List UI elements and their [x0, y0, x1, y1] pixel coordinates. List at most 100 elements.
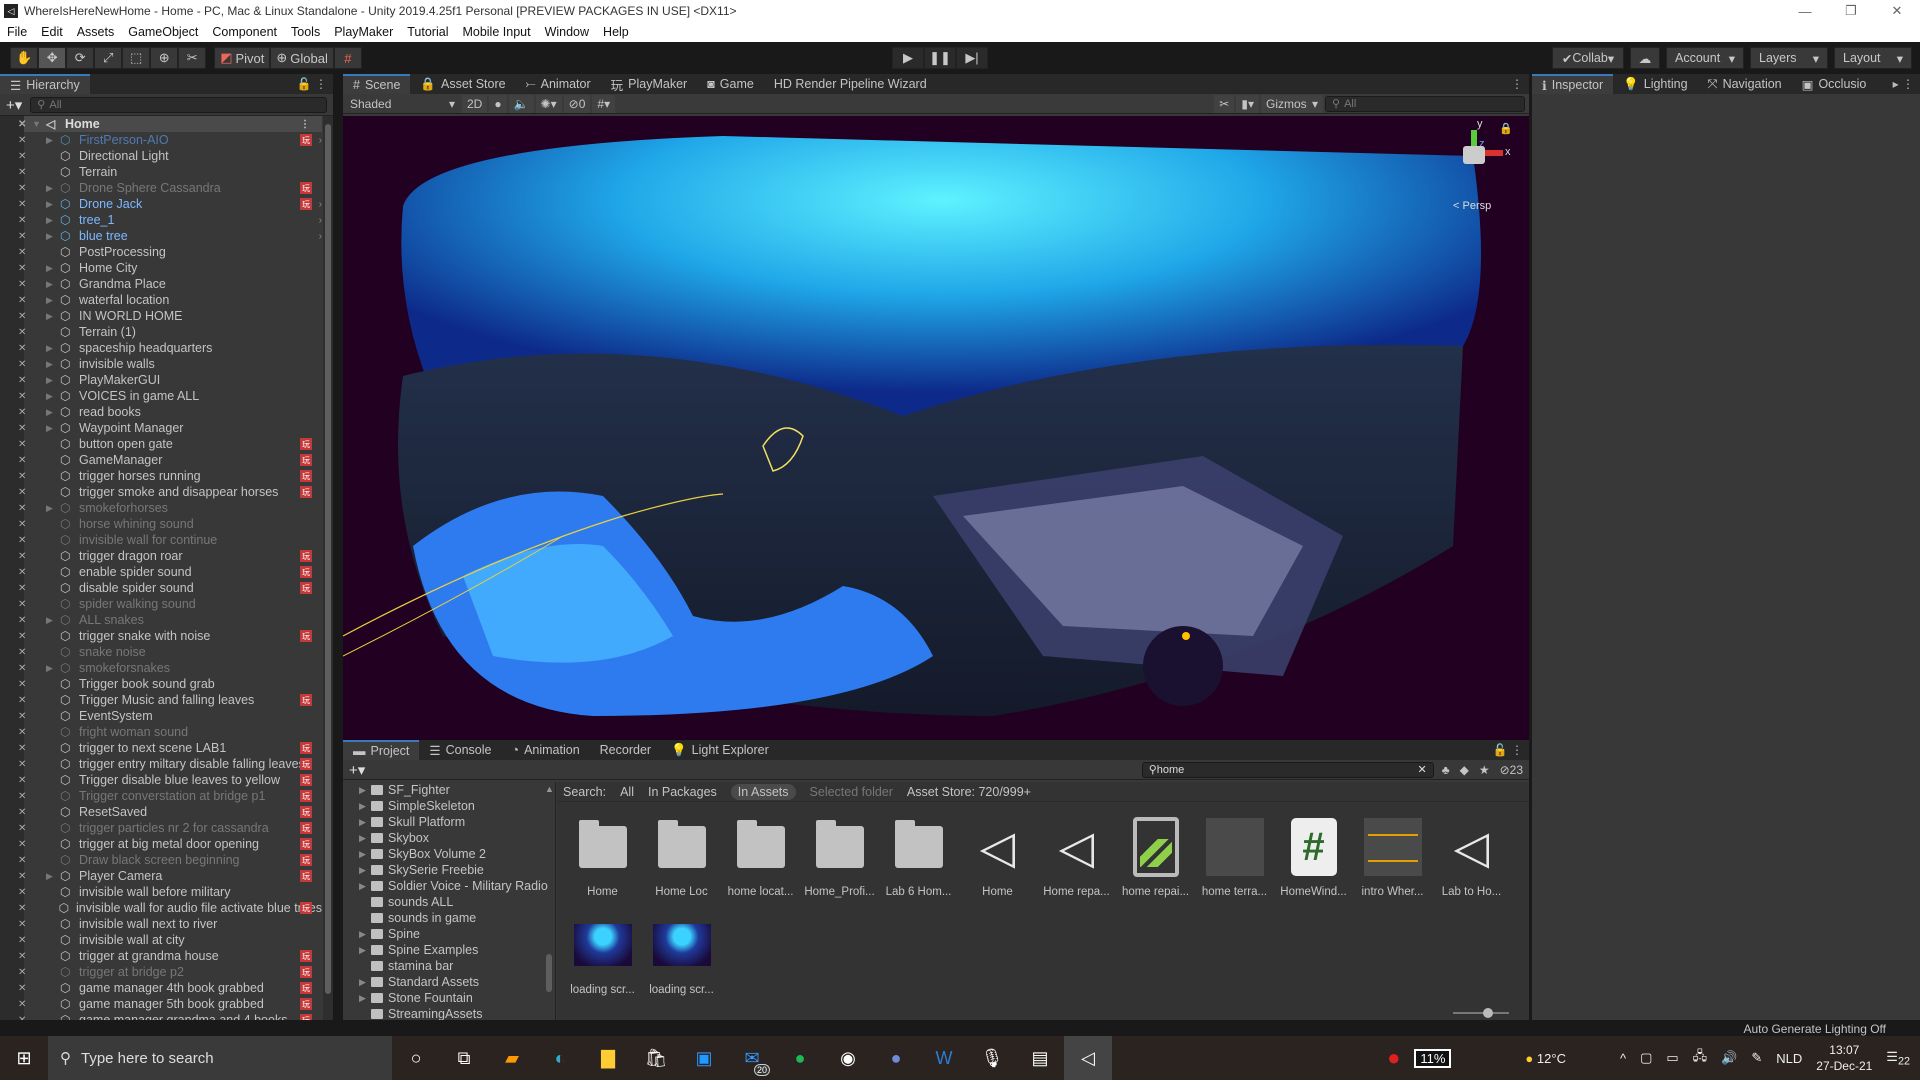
rotate-tool-button[interactable]: ⟳ — [66, 47, 95, 69]
open-prefab-icon[interactable]: › — [319, 199, 322, 210]
favorites-icon[interactable]: ★ — [1479, 763, 1490, 777]
create-button[interactable]: +▾ — [6, 96, 22, 114]
visibility-toggle[interactable]: ✕ — [0, 692, 26, 708]
folder-tree-item[interactable]: ▶ Stone Fountain — [343, 990, 555, 1006]
visibility-toggle[interactable]: ✕ — [0, 468, 26, 484]
hierarchy-item[interactable]: ✕ ⬡ Trigger Music and falling leaves 玩 — [0, 692, 322, 708]
open-prefab-icon[interactable]: › — [319, 215, 322, 226]
hierarchy-item[interactable]: ✕ ⬡ enable spider sound 玩 — [0, 564, 322, 580]
hierarchy-item[interactable]: ✕ ▶ ⬡ Drone Jack 玩 › — [0, 196, 322, 212]
hand-tool-button[interactable]: ✋ — [10, 47, 39, 69]
camera-tray-icon[interactable]: ▢ — [1640, 1050, 1652, 1066]
tab-asset-store[interactable]: 🔒 Asset Store — [410, 74, 515, 94]
expand-arrow[interactable]: ▶ — [46, 391, 60, 402]
asset-item[interactable]: # HomeWind... — [1274, 812, 1353, 910]
hierarchy-item[interactable]: ✕ ▶ ⬡ read books — [0, 404, 322, 420]
visibility-toggle[interactable]: ✕ — [0, 212, 26, 228]
icon-size-slider[interactable] — [1453, 1008, 1509, 1018]
start-button[interactable]: ⊞ — [0, 1048, 48, 1069]
taskbar-mic[interactable]: 🎙 — [968, 1036, 1016, 1080]
lock-icon[interactable]: 🔓 ⋮ — [297, 77, 327, 91]
tree-scrollbar[interactable]: ▲ — [545, 784, 554, 1020]
expand-arrow[interactable]: ▶ — [359, 993, 371, 1004]
hierarchy-item[interactable]: ✕ ⬡ invisible wall next to river — [0, 916, 322, 932]
tab-light-explorer[interactable]: 💡 Light Explorer — [661, 740, 779, 760]
hierarchy-search-input[interactable]: ⚲ All — [30, 96, 327, 113]
asset-item[interactable]: ◁ Home — [958, 812, 1037, 910]
hierarchy-item[interactable]: ✕ ▶ ⬡ ALL snakes — [0, 612, 322, 628]
menu-window[interactable]: Window — [538, 25, 596, 39]
folder-tree-item[interactable]: ▶ SF_Fighter — [343, 782, 555, 798]
tab-occlusio[interactable]: ▣ Occlusio — [1792, 74, 1877, 94]
hierarchy-item[interactable]: ✕ ⬡ game manager 5th book grabbed 玩 — [0, 996, 322, 1012]
scene-search-input[interactable]: ⚲ All — [1325, 95, 1525, 112]
account-dropdown[interactable]: Account ▾ — [1666, 47, 1744, 69]
transform-tool-button[interactable]: ⊕ — [150, 47, 179, 69]
visibility-toggle[interactable]: ✕ — [0, 324, 26, 340]
scene-root[interactable]: ✕ ▼ ◁ Home ⋮ — [0, 116, 322, 132]
taskbar-explorer[interactable]: ▇ — [584, 1036, 632, 1080]
visibility-toggle[interactable]: ✕ — [0, 228, 26, 244]
create-asset-button[interactable]: +▾ — [349, 761, 365, 779]
visibility-toggle[interactable]: ✕ — [0, 356, 26, 372]
tab-project[interactable]: ▬ Project — [343, 740, 420, 760]
playmaker-icon[interactable]: 玩 — [300, 438, 312, 450]
taskbar-unity[interactable]: ◁ — [1064, 1036, 1112, 1080]
tools-button[interactable]: ✂ — [1214, 94, 1235, 113]
expand-arrow[interactable]: ▶ — [359, 817, 371, 828]
expand-arrow[interactable]: ▶ — [46, 423, 60, 434]
search-by-label-icon[interactable]: ◆ — [1460, 763, 1469, 777]
menu-file[interactable]: File — [0, 25, 34, 39]
folder-tree-item[interactable]: ▶ SkyBox Volume 2 — [343, 846, 555, 862]
more-icon[interactable]: ▸ ⋮ — [1893, 77, 1914, 91]
taskbar-edge[interactable]: ◐ — [536, 1036, 584, 1080]
menu-mobile-input[interactable]: Mobile Input — [455, 25, 537, 39]
visibility-toggle[interactable]: ✕ — [0, 164, 26, 180]
volume-icon[interactable]: 🔊 — [1721, 1050, 1737, 1066]
visibility-toggle[interactable]: ✕ — [0, 420, 26, 436]
visibility-toggle[interactable]: ✕ — [0, 644, 26, 660]
visibility-toggle[interactable]: ✕ — [0, 772, 26, 788]
visibility-toggle[interactable]: ✕ — [0, 196, 26, 212]
step-button[interactable]: ▶| — [956, 47, 988, 69]
minimize-button[interactable]: — — [1782, 4, 1828, 19]
expand-arrow[interactable]: ▶ — [359, 849, 371, 860]
playmaker-icon[interactable]: 玩 — [300, 566, 312, 578]
playmaker-icon[interactable]: 玩 — [300, 822, 312, 834]
visibility-toggle[interactable]: ✕ — [0, 884, 26, 900]
tab-scene[interactable]: # Scene — [343, 74, 411, 94]
playmaker-icon[interactable]: 玩 — [300, 486, 312, 498]
shading-mode-dropdown[interactable]: Shaded ▾ — [345, 94, 460, 113]
expand-arrow[interactable]: ▶ — [46, 663, 60, 674]
taskbar-store[interactable]: 🛍 — [632, 1036, 680, 1080]
hierarchy-item[interactable]: ✕ ▶ ⬡ spaceship headquarters — [0, 340, 322, 356]
hierarchy-item[interactable]: ✕ ⬡ Draw black screen beginning 玩 — [0, 852, 322, 868]
taskbar-spotify[interactable]: ● — [776, 1036, 824, 1080]
folder-tree-item[interactable]: ▶ Skybox — [343, 830, 555, 846]
playmaker-icon[interactable]: 玩 — [300, 582, 312, 594]
orientation-gizmo[interactable]: y x z < Persp 🔒 — [1445, 116, 1515, 226]
filter-in-assets[interactable]: In Assets — [730, 783, 796, 800]
expand-arrow[interactable]: ▶ — [359, 785, 371, 796]
weather-widget[interactable]: ● 12°C — [1525, 1051, 1566, 1066]
hierarchy-item[interactable]: ✕ ⬡ fright woman sound — [0, 724, 322, 740]
visibility-toggle[interactable]: ✕ — [0, 436, 26, 452]
playmaker-icon[interactable]: 玩 — [300, 854, 312, 866]
taskbar-discord[interactable]: ● — [872, 1036, 920, 1080]
language-indicator[interactable]: NLD — [1776, 1051, 1802, 1066]
hierarchy-item[interactable]: ✕ ⬡ EventSystem — [0, 708, 322, 724]
layout-dropdown[interactable]: Layout ▾ — [1834, 47, 1912, 69]
folder-tree-item[interactable]: ▶ SkySerie Freebie — [343, 862, 555, 878]
hierarchy-item[interactable]: ✕ ⬡ trigger dragon roar 玩 — [0, 548, 322, 564]
battery-indicator[interactable]: 11% — [1414, 1048, 1452, 1068]
hierarchy-item[interactable]: ✕ ⬡ game manager 4th book grabbed 玩 — [0, 980, 322, 996]
cloud-button[interactable]: ☁ — [1630, 47, 1660, 69]
visibility-toggle[interactable]: ✕ — [0, 292, 26, 308]
expand-arrow[interactable]: ▶ — [46, 343, 60, 354]
hierarchy-item[interactable]: ✕ ⬡ invisible wall for audio file activate… — [0, 900, 322, 916]
search-by-type-icon[interactable]: ♣ — [1442, 763, 1450, 777]
playmaker-icon[interactable]: 玩 — [300, 198, 312, 210]
visibility-toggle[interactable]: ✕ — [0, 180, 26, 196]
hierarchy-item[interactable]: ✕ ⬡ invisible wall before military — [0, 884, 322, 900]
project-search-input[interactable]: ⚲home ✕ — [1141, 761, 1434, 778]
